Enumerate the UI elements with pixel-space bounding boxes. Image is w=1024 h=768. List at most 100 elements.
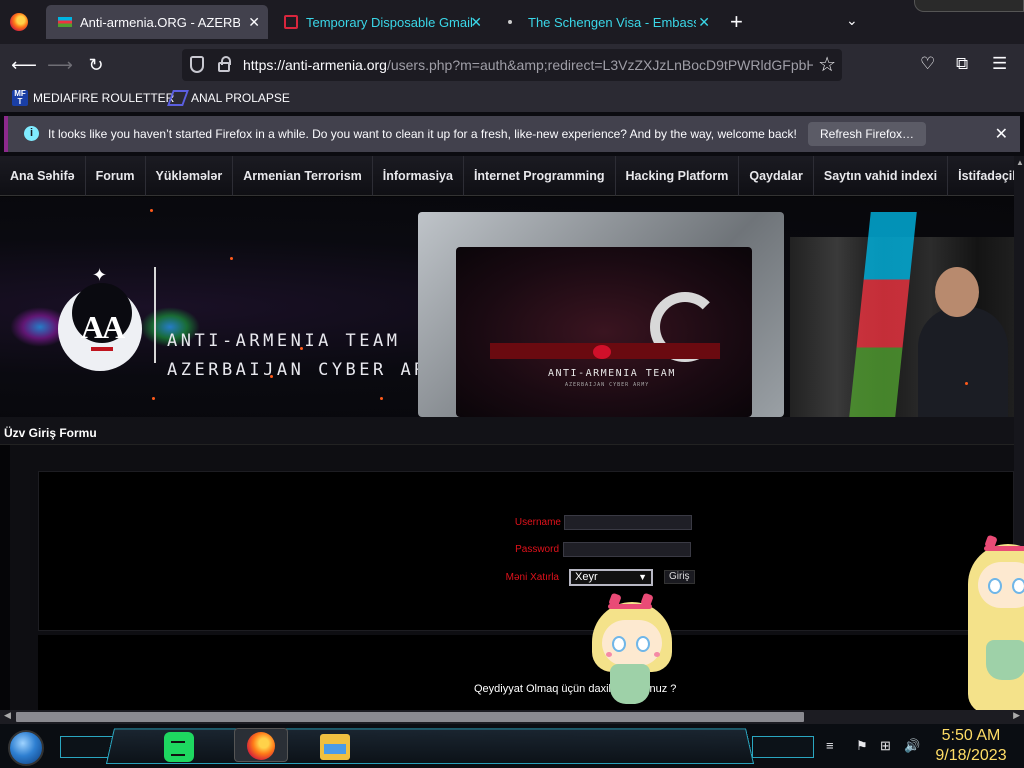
system-clock[interactable]: 5:50 AM 9/18/2023 (930, 726, 1012, 766)
ember (152, 397, 155, 400)
mascot-cheek (606, 652, 612, 657)
banner-title-line2: AZERBAIJAN CYBER ARMY (167, 360, 456, 380)
ember (300, 347, 303, 350)
list-all-tabs-button[interactable]: ⌄ (846, 12, 858, 29)
back-button[interactable]: ⟵ (11, 52, 37, 78)
browser-navigation-bar: ⟵ ⟶ ↻ https://anti-armenia.org/users.php… (0, 44, 1024, 86)
bookmark-second[interactable]: ANAL PROLAPSE (167, 90, 290, 106)
nav-downloads[interactable]: Yükləmələr (146, 156, 234, 196)
form-header-strip: Üzv Giriş Formu (0, 417, 1024, 445)
tab-close-icon[interactable]: ✕ (470, 14, 482, 31)
mascot-cheek (654, 652, 660, 657)
banner-title-line1: ANTI-ARMENIA TEAM (167, 331, 401, 351)
extensions-icon[interactable]: ⧉ (956, 54, 968, 74)
star-butterfly-mascot (588, 592, 678, 724)
file-explorer-icon[interactable] (320, 734, 350, 760)
bookmark-mediafire[interactable]: MF T MEDIAFIRE ROULETTER (12, 90, 174, 106)
tracking-protection-shield-icon[interactable] (190, 56, 204, 73)
scroll-up-arrow-icon[interactable]: ▲ (1016, 158, 1024, 168)
login-button[interactable]: Giriş (664, 570, 695, 584)
clock-time: 5:50 AM (941, 727, 1001, 744)
man-in-suit-image (918, 307, 1008, 417)
mascot-face (602, 620, 662, 666)
bookmark-icon (167, 90, 189, 106)
firefox-icon[interactable] (10, 13, 28, 31)
clock-date: 9/18/2023 (935, 747, 1007, 764)
password-input[interactable] (563, 542, 691, 557)
tab-title: Temporary Disposable Gmail | T (306, 14, 476, 30)
ember (270, 375, 273, 378)
nav-rules[interactable]: Qaydalar (739, 156, 814, 196)
nav-internet-programming[interactable]: İnternet Programming (464, 156, 616, 196)
mascot-dress (986, 640, 1024, 680)
scroll-right-arrow-icon[interactable]: ▶ (1013, 710, 1020, 721)
nav-hacking-platform[interactable]: Hacking Platform (616, 156, 740, 196)
address-bar[interactable]: https://anti-armenia.org/users.php?m=aut… (182, 49, 842, 81)
reload-button[interactable]: ↻ (83, 52, 109, 78)
nav-information[interactable]: İnformasiya (373, 156, 464, 196)
nav-forum[interactable]: Forum (86, 156, 146, 196)
scrollbar-thumb[interactable] (16, 712, 804, 722)
login-form: Username Password Məni Xatırla Xeyr ▼ Gir… (38, 471, 1014, 631)
firefox-taskbar-icon[interactable] (234, 728, 288, 762)
scroll-left-arrow-icon[interactable]: ◀ (4, 710, 11, 721)
bookmarks-toolbar: MF T MEDIAFIRE ROULETTER ANAL PROLAPSE (0, 86, 1024, 112)
mascot-eye (636, 636, 650, 652)
horizontal-scrollbar[interactable]: ◀ ▶ (0, 710, 1024, 724)
new-tab-button[interactable]: + (730, 9, 743, 35)
taskbar: ≡ ⚑ ⊞ 🔊 5:50 AM 9/18/2023 (0, 724, 1024, 768)
bookmark-star-icon[interactable]: ☆ (818, 52, 836, 77)
network-icon[interactable]: ⊞ (880, 738, 891, 754)
tab-schengen-visa[interactable]: The Schengen Visa - Embassy.com ✕ (492, 5, 718, 39)
spotify-icon[interactable] (164, 732, 194, 762)
volume-icon[interactable]: 🔊 (904, 738, 920, 754)
browser-tab-strip: Anti-armenia.ORG - AZERBAIJAN ✕ Temporar… (0, 0, 1024, 44)
start-orb-button[interactable] (8, 730, 44, 766)
tab-close-icon[interactable]: ✕ (248, 14, 260, 31)
site-navigation: Ana Səhifə Forum Yükləmələr Armenian Ter… (0, 156, 1024, 196)
close-notification-icon[interactable]: ✕ (995, 124, 1008, 144)
password-label: Password (515, 544, 559, 555)
tab-temp-gmail[interactable]: Temporary Disposable Gmail | T ✕ (272, 5, 490, 39)
tab-close-icon[interactable]: ✕ (698, 14, 710, 31)
screen: Anti-armenia.ORG - AZERBAIJAN ✕ Temporar… (0, 0, 1024, 768)
nav-users[interactable]: İstifadəçilər (948, 156, 1024, 196)
tv-title: ANTI-ARMENIA TEAM (548, 368, 676, 379)
tab-anti-armenia[interactable]: Anti-armenia.ORG - AZERBAIJAN ✕ (46, 5, 268, 39)
tv-subtitle: AZERBAIJAN CYBER ARMY (565, 382, 650, 388)
show-hidden-icons[interactable]: ≡ (826, 738, 834, 753)
pocket-icon[interactable]: ♡ (920, 54, 935, 74)
taskbar-frame-right (752, 736, 814, 758)
ember (230, 257, 233, 260)
refresh-firefox-notification: i It looks like you haven’t started Fire… (4, 116, 1020, 152)
mascot-eye (612, 636, 626, 652)
bookmark-label: MEDIAFIRE ROULETTER (33, 91, 175, 105)
logo-star-icon: ✦ (92, 265, 108, 285)
tab-title: The Schengen Visa - Embassy.com (528, 14, 696, 30)
action-center-flag-icon[interactable]: ⚑ (856, 738, 868, 754)
nav-site-index[interactable]: Saytın vahid indexi (814, 156, 949, 196)
url-text[interactable]: https://anti-armenia.org/users.php?m=aut… (243, 57, 813, 73)
login-form-title: Üzv Giriş Formu (4, 426, 97, 440)
azerbaijan-flag-icon (58, 17, 72, 27)
refresh-firefox-button[interactable]: Refresh Firefox… (808, 122, 927, 146)
star-butterfly-mascot-edge (964, 534, 1024, 720)
logo-red-band (91, 347, 113, 351)
remember-me-label: Məni Xatırla (505, 572, 559, 583)
mascot-eye (988, 578, 1002, 594)
mascot-eye (1012, 578, 1024, 594)
gmail-icon (284, 15, 298, 29)
notification-message: It looks like you haven’t started Firefo… (48, 127, 797, 141)
menu-hamburger-icon[interactable]: ☰ (992, 54, 1007, 74)
nav-armenian-terrorism[interactable]: Armenian Terrorism (233, 156, 373, 196)
banner-divider (154, 267, 156, 363)
tab-title: Anti-armenia.ORG - AZERBAIJAN (80, 14, 240, 30)
username-input[interactable] (564, 515, 692, 530)
nav-home[interactable]: Ana Səhifə (0, 156, 86, 196)
ember (965, 382, 968, 385)
lock-icon[interactable] (218, 56, 231, 72)
remember-me-select[interactable]: Xeyr ▼ (569, 569, 653, 586)
loading-dot-icon (508, 20, 512, 24)
forward-button[interactable]: ⟶ (47, 52, 73, 78)
window-corner (914, 0, 1024, 12)
